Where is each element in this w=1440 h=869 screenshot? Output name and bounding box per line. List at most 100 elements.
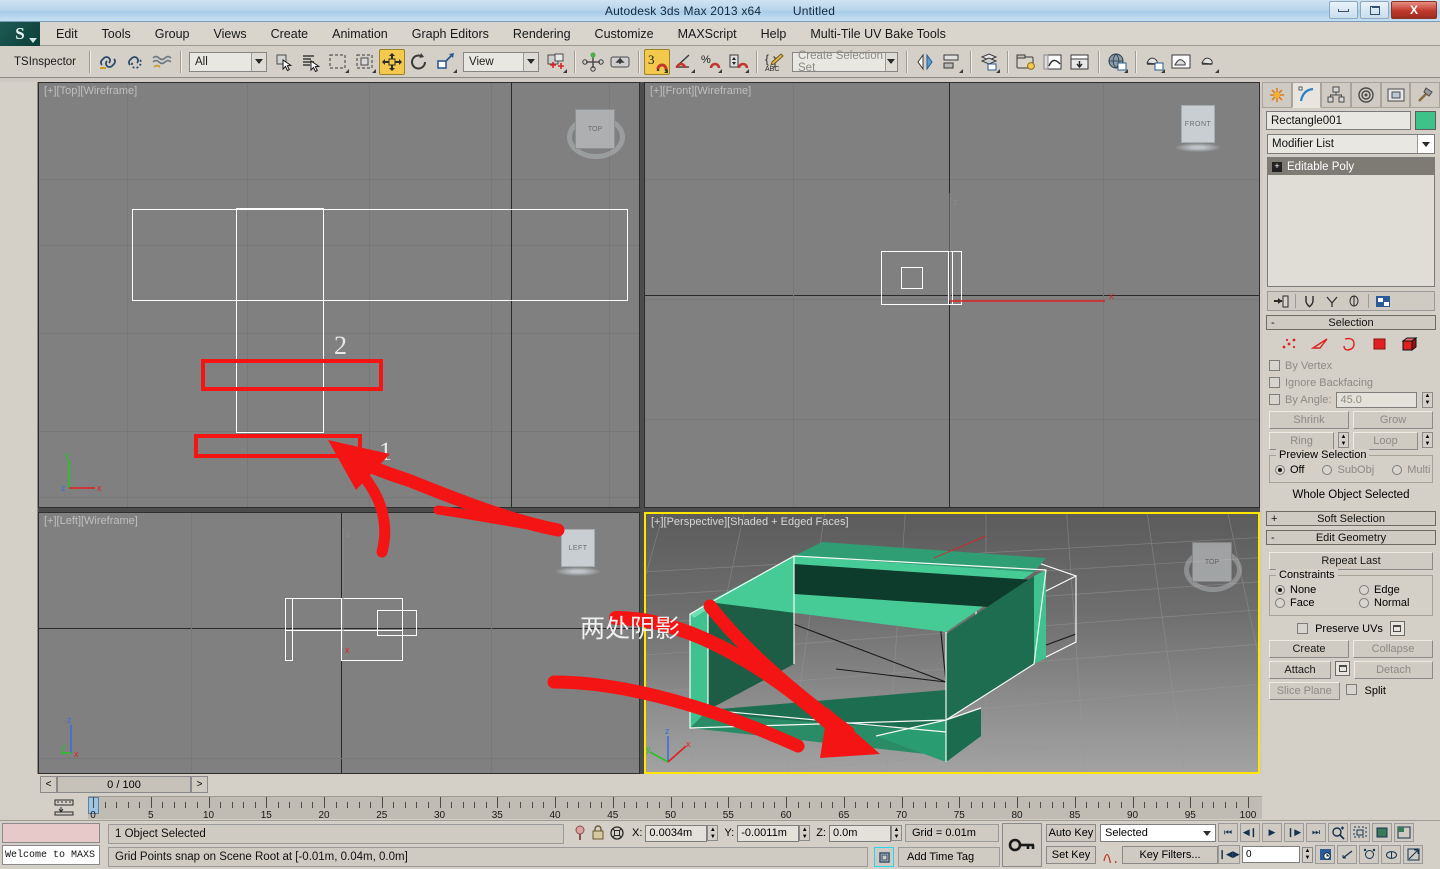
rollout-toggle-icon[interactable]: - [1271, 317, 1275, 329]
border-icon[interactable] [1341, 336, 1359, 352]
render-production-icon[interactable] [1195, 49, 1221, 75]
current-frame-field[interactable]: 0 [1242, 846, 1300, 863]
preserve-uvs-checkbox[interactable] [1297, 623, 1309, 634]
edge-icon[interactable] [1311, 336, 1329, 352]
edit-named-selection-sets-icon[interactable]: { } ABC [762, 49, 788, 75]
configure-modifier-sets-icon[interactable] [1375, 294, 1391, 309]
keyboard-shortcut-override-icon[interactable] [607, 49, 633, 75]
rollout-toggle-icon[interactable]: - [1271, 532, 1275, 544]
snaps-toggle-icon[interactable]: 3 [644, 48, 670, 75]
auto-key-button[interactable]: Auto Key [1046, 824, 1096, 842]
make-unique-icon[interactable] [1324, 294, 1340, 309]
rollout-selection-header[interactable]: - Selection [1266, 315, 1436, 330]
angle-snap-toggle-icon[interactable] [671, 49, 697, 75]
by-angle-row[interactable]: By Angle: 45.0 ▲ ▼ [1269, 391, 1433, 408]
material-editor-icon[interactable] [1104, 49, 1130, 75]
coord-z[interactable]: Z: 0.0m ▲ ▼ [813, 824, 902, 842]
hierarchy-tab[interactable] [1321, 82, 1352, 108]
bind-to-space-warp-icon[interactable] [149, 49, 175, 75]
selection-lock-icon[interactable] [591, 824, 605, 842]
menu-views[interactable]: Views [201, 25, 258, 43]
menu-create[interactable]: Create [259, 25, 321, 43]
preserve-uvs-settings-button[interactable] [1389, 621, 1405, 636]
close-button[interactable]: X [1391, 1, 1437, 19]
attach-settings-button[interactable] [1335, 661, 1351, 676]
coord-y-spinner[interactable]: ▲ ▼ [799, 825, 811, 841]
coord-x-spinner[interactable]: ▲ ▼ [707, 825, 719, 841]
coord-z-value[interactable]: 0.0m [828, 824, 891, 842]
pan-icon[interactable] [1337, 845, 1357, 864]
current-frame-spinner[interactable]: ▲ ▼ [1302, 846, 1313, 863]
time-configuration-icon[interactable] [1315, 845, 1335, 864]
modifier-stack-item[interactable]: + Editable Poly [1268, 158, 1434, 175]
key-filters-button[interactable]: Key Filters... [1122, 846, 1218, 864]
menu-multi-tile-uv-bake-tools[interactable]: Multi-Tile UV Bake Tools [798, 25, 957, 43]
menu-edit[interactable]: Edit [44, 25, 90, 43]
preview-multi-radio[interactable]: Multi [1392, 464, 1430, 476]
zoom-time-icon[interactable] [1328, 823, 1348, 842]
prev-frame-button[interactable]: < [40, 776, 57, 793]
open-mini-curve-editor-button[interactable] [50, 796, 78, 818]
menu-tools[interactable]: Tools [90, 25, 143, 43]
coord-y[interactable]: Y: -0.0011m ▲ ▼ [721, 824, 811, 842]
play-icon[interactable]: ▶ [1262, 823, 1282, 842]
menu-graph-editors[interactable]: Graph Editors [400, 25, 501, 43]
field-of-view-icon[interactable] [1381, 845, 1401, 864]
schematic-view-icon[interactable] [1067, 49, 1093, 75]
modify-tab[interactable] [1291, 82, 1322, 108]
viewport-left[interactable]: [+][Left][Wireframe] z x z y x LEFT [38, 512, 640, 774]
constraint-normal-radio[interactable]: Normal [1359, 597, 1425, 609]
show-end-result-icon[interactable] [1302, 294, 1318, 309]
motion-tab[interactable] [1351, 82, 1381, 108]
by-angle-field[interactable]: 45.0 [1336, 391, 1417, 408]
select-object-icon[interactable] [271, 49, 297, 75]
pan-view-icon[interactable] [1372, 823, 1392, 842]
viewport-front[interactable]: [+][Front][Wireframe] z x FRONT [644, 82, 1260, 508]
preview-off-radio[interactable]: Off [1275, 464, 1304, 476]
element-icon[interactable] [1401, 336, 1421, 352]
viewcube-top[interactable]: TOP [565, 101, 627, 163]
selection-filter-dropdown[interactable]: All [189, 51, 267, 72]
select-and-manipulate-icon[interactable] [580, 49, 606, 75]
by-angle-spinner[interactable]: ▲ ▼ [1422, 391, 1433, 408]
render-setup-icon[interactable] [1141, 49, 1167, 75]
select-and-move-icon[interactable] [379, 48, 405, 75]
menu-maxscript[interactable]: MAXScript [666, 25, 749, 43]
create-button[interactable]: Create [1269, 640, 1349, 658]
modifier-list-dropdown[interactable]: Modifier List [1267, 134, 1435, 154]
create-tab[interactable] [1262, 82, 1292, 108]
preview-subobj-radio[interactable]: SubObj [1322, 464, 1374, 476]
toggle-ribbon-icon[interactable] [1013, 49, 1039, 75]
next-frame-button[interactable]: > [191, 776, 208, 793]
viewcube-front[interactable]: FRONT [1175, 105, 1221, 157]
repeat-last-button[interactable]: Repeat Last [1269, 552, 1433, 570]
add-time-tag-button[interactable]: Add Time Tag [898, 847, 1000, 867]
maxscript-output-line[interactable]: Welcome to MAXS [2, 845, 100, 865]
coord-x-value[interactable]: 0.0034m [645, 824, 708, 842]
named-selection-set-dropdown[interactable]: Create Selection Set [792, 50, 898, 74]
layer-manager-icon[interactable] [976, 49, 1002, 75]
polygon-icon[interactable] [1371, 336, 1389, 352]
rendered-frame-window-icon[interactable] [1168, 49, 1194, 75]
viewcube-perspective[interactable]: TOP [1182, 534, 1244, 596]
remove-modifier-icon[interactable] [1346, 294, 1362, 309]
slice-plane-button[interactable]: Slice Plane [1269, 682, 1340, 700]
object-name-field[interactable]: Rectangle001 [1266, 111, 1411, 130]
maxscript-input-line[interactable] [2, 823, 100, 843]
set-key-mode-toggle[interactable] [1002, 823, 1042, 867]
prev-frame-icon[interactable]: ◀❙ [1240, 823, 1260, 842]
use-pivot-point-center-icon[interactable] [543, 49, 569, 75]
minimize-button[interactable] [1329, 1, 1358, 19]
maximize-viewport-icon[interactable] [1394, 823, 1414, 842]
rollout-soft-selection-header[interactable]: + Soft Selection [1266, 511, 1436, 526]
maximize-button[interactable] [1360, 1, 1389, 19]
viewport-top[interactable]: [+][Top][Wireframe] 2 1 y x z TOP [38, 82, 640, 508]
modifier-stack[interactable]: + Editable Poly [1267, 157, 1435, 287]
align-icon[interactable] [939, 49, 965, 75]
pin-stack-icon[interactable] [1273, 294, 1289, 309]
coord-z-spinner[interactable]: ▲ ▼ [890, 825, 902, 841]
coord-y-value[interactable]: -0.0011m [737, 824, 800, 842]
reference-coordinate-system-dropdown[interactable]: View [463, 51, 539, 72]
ignore-backfacing-checkbox[interactable] [1269, 377, 1280, 388]
split-checkbox[interactable] [1345, 684, 1357, 695]
